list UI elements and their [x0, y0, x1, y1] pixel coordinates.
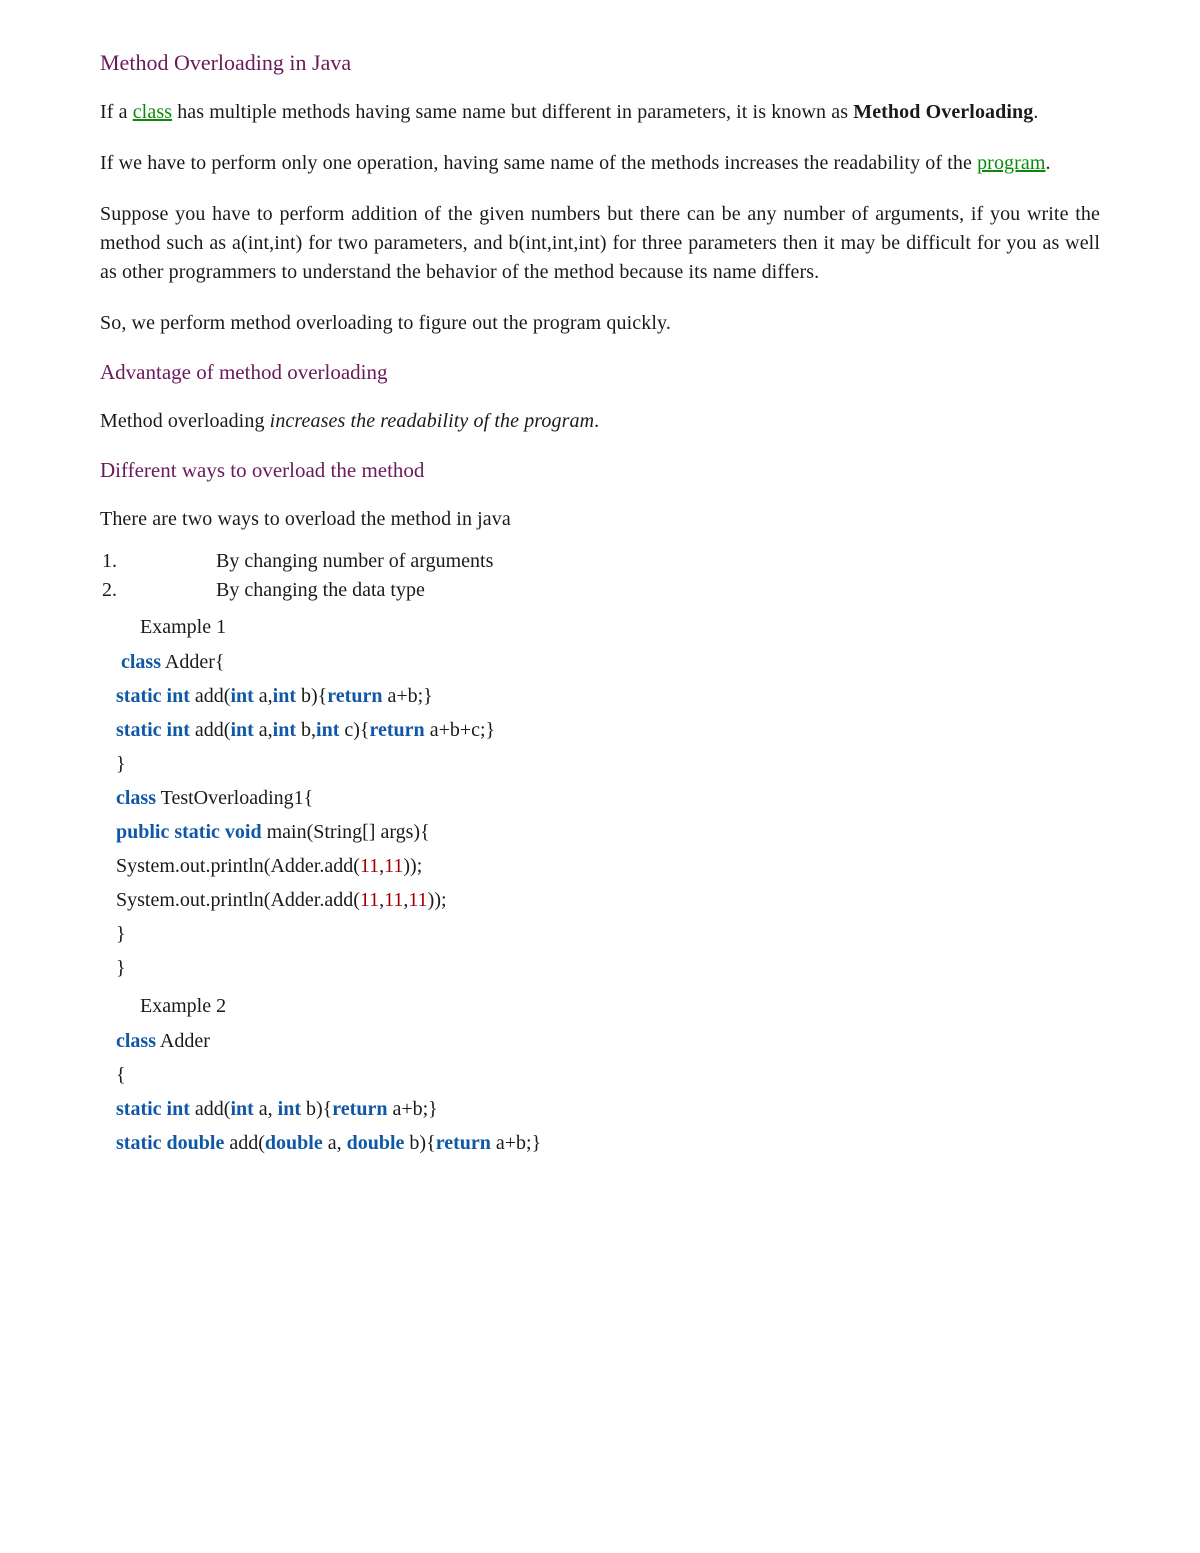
text-italic: increases the readability of the program: [270, 410, 595, 432]
code-example-2: class Adder { static int add(int a, int …: [116, 1024, 1100, 1160]
list-item: By changing the data type: [122, 579, 1100, 602]
code-num: 11: [360, 855, 379, 877]
code-kw: int: [167, 719, 190, 741]
paragraph-suppose: Suppose you have to perform addition of …: [100, 200, 1100, 287]
text-fragment: If a: [100, 101, 133, 123]
code-num: 11: [384, 889, 403, 911]
code-text: c){: [339, 719, 369, 741]
code-text: Adder{: [161, 651, 224, 673]
code-num: 11: [384, 855, 403, 877]
code-kw: int: [230, 1098, 253, 1120]
code-text: add(: [190, 685, 231, 707]
code-text: ));: [403, 855, 422, 877]
text-bold: Method Overloading: [853, 101, 1033, 123]
link-class[interactable]: class: [133, 101, 172, 123]
text-fragment: has multiple methods having same name bu…: [172, 101, 853, 123]
code-kw: class: [116, 1030, 156, 1052]
code-kw: static: [116, 1098, 162, 1120]
code-kw: return: [327, 685, 382, 707]
code-text: a+b;}: [491, 1132, 541, 1154]
code-text: }: [116, 957, 126, 979]
ways-list: By changing number of arguments By chang…: [100, 550, 1100, 602]
code-kw: int: [230, 685, 253, 707]
code-text: TestOverloading1{: [156, 787, 313, 809]
text-fragment: .: [1033, 101, 1038, 123]
paragraph-ways-intro: There are two ways to overload the metho…: [100, 505, 1100, 534]
code-text: Adder: [156, 1030, 210, 1052]
code-kw: class: [116, 787, 156, 809]
code-kw: int: [167, 685, 190, 707]
code-text: b){: [296, 685, 327, 707]
heading-ways: Different ways to overload the method: [100, 458, 1100, 483]
code-kw: return: [436, 1132, 491, 1154]
example-2-label: Example 2: [140, 995, 1100, 1018]
text-fragment: Method overloading: [100, 410, 270, 432]
text-fragment: If we have to perform only one operation…: [100, 152, 977, 174]
code-text: System.out.println(Adder.add(: [116, 889, 360, 911]
code-text: b){: [404, 1132, 435, 1154]
page-title: Method Overloading in Java: [100, 50, 1100, 76]
code-kw: int: [273, 685, 296, 707]
code-text: a,: [323, 1132, 347, 1154]
code-text: a+b;}: [382, 685, 432, 707]
code-text: }: [116, 753, 126, 775]
code-kw: int: [167, 1098, 190, 1120]
code-text: b,: [296, 719, 316, 741]
link-program[interactable]: program: [977, 152, 1045, 174]
code-kw: static: [116, 1132, 162, 1154]
code-text: add(: [190, 1098, 231, 1120]
code-text: main(String[] args){: [262, 821, 430, 843]
code-text: {: [116, 1064, 126, 1086]
code-kw: return: [370, 719, 425, 741]
paragraph-advantage: Method overloading increases the readabi…: [100, 407, 1100, 436]
code-kw: static: [174, 821, 220, 843]
code-kw: void: [225, 821, 262, 843]
code-kw: int: [273, 719, 296, 741]
paragraph-readability: If we have to perform only one operation…: [100, 149, 1100, 178]
document-page: Method Overloading in Java If a class ha…: [0, 0, 1200, 1553]
code-text: }: [116, 923, 126, 945]
code-example-1: class Adder{ static int add(int a,int b)…: [116, 645, 1100, 985]
code-text: System.out.println(Adder.add(: [116, 855, 360, 877]
code-kw: double: [265, 1132, 323, 1154]
code-kw: return: [332, 1098, 387, 1120]
code-text: ));: [428, 889, 447, 911]
code-text: a,: [254, 685, 273, 707]
text-fragment: .: [594, 410, 599, 432]
code-text: a+b;}: [387, 1098, 437, 1120]
code-text: add(: [224, 1132, 265, 1154]
code-kw: static: [116, 719, 162, 741]
code-kw: class: [116, 651, 161, 673]
code-kw: int: [230, 719, 253, 741]
heading-advantage: Advantage of method overloading: [100, 360, 1100, 385]
code-text: add(: [190, 719, 231, 741]
paragraph-conclusion: So, we perform method overloading to fig…: [100, 309, 1100, 338]
code-kw: double: [167, 1132, 225, 1154]
code-kw: public: [116, 821, 169, 843]
code-num: 11: [408, 889, 427, 911]
code-text: a,: [254, 1098, 278, 1120]
code-kw: double: [347, 1132, 405, 1154]
paragraph-intro: If a class has multiple methods having s…: [100, 98, 1100, 127]
code-text: a+b+c;}: [425, 719, 495, 741]
code-text: a,: [254, 719, 273, 741]
code-kw: static: [116, 685, 162, 707]
code-num: 11: [360, 889, 379, 911]
list-item: By changing number of arguments: [122, 550, 1100, 573]
code-kw: int: [278, 1098, 301, 1120]
code-text: b){: [301, 1098, 332, 1120]
code-kw: int: [316, 719, 339, 741]
example-1-label: Example 1: [140, 616, 1100, 639]
text-fragment: .: [1046, 152, 1051, 174]
